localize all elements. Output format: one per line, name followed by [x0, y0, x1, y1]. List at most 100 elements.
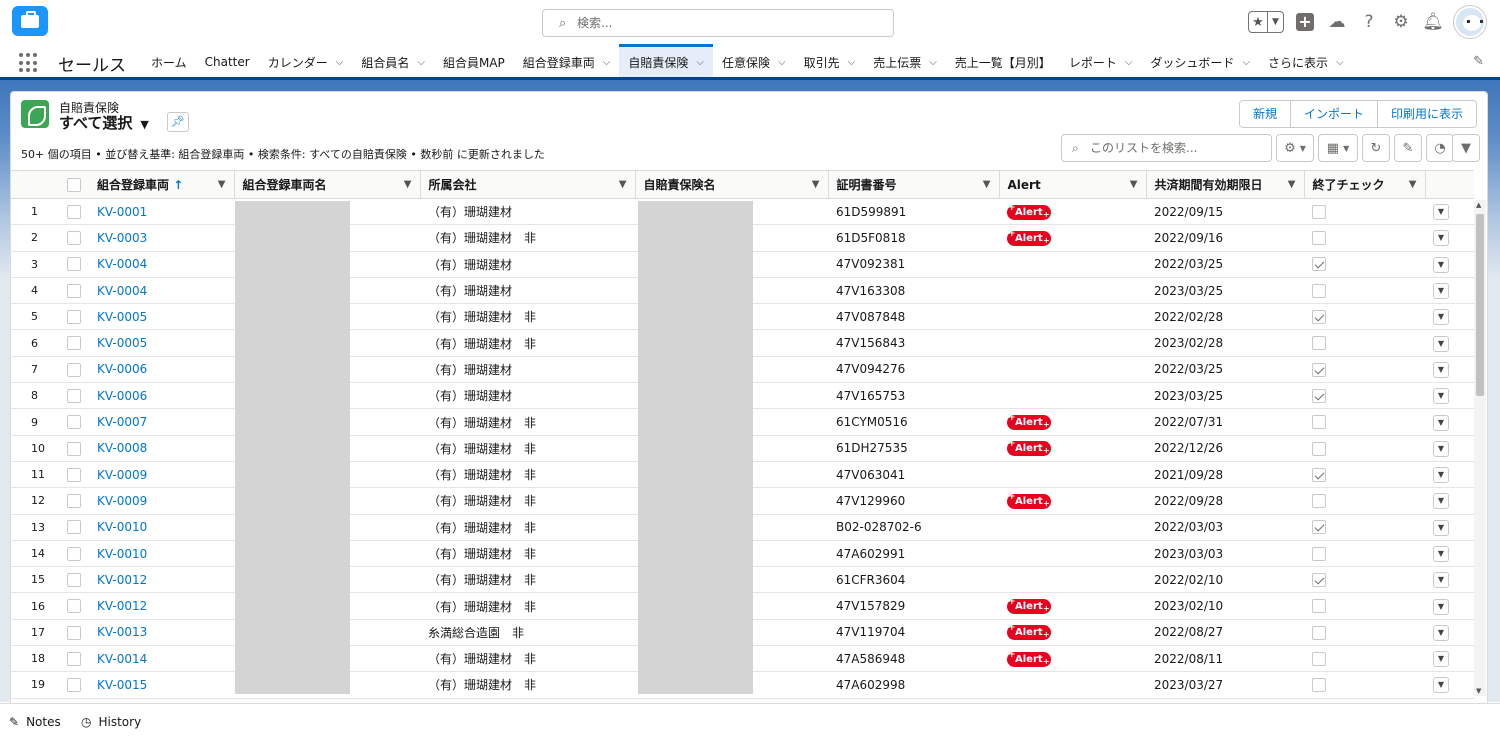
vehicle-link[interactable]: KV-0010 [97, 520, 147, 534]
row-action-dropdown-icon[interactable]: ▼ [1433, 283, 1449, 300]
column-header-vehicle[interactable]: 組合登録車両 ↑ ▼ [89, 170, 235, 199]
chevron-down-icon[interactable]: ⌵ [336, 57, 344, 68]
chevron-down-icon[interactable]: ▼ [983, 179, 991, 190]
row-select-checkbox[interactable] [67, 678, 81, 693]
row-action-dropdown-icon[interactable]: ▼ [1433, 361, 1449, 378]
global-search[interactable]: ⌕ [542, 9, 894, 37]
chevron-down-icon[interactable]: ▼ [619, 179, 627, 190]
chevron-down-icon[interactable]: ⌵ [778, 57, 786, 68]
vehicle-link[interactable]: KV-0007 [97, 415, 147, 429]
history-utility[interactable]: ◷ History [81, 715, 141, 729]
nav-item-6[interactable]: 自賠責保険 ⌵ [619, 44, 713, 77]
nav-item-12[interactable]: ダッシュボード ⌵ [1141, 44, 1259, 77]
chevron-down-icon[interactable]: ⌵ [1242, 57, 1250, 68]
scrollbar-thumb[interactable] [1476, 214, 1484, 396]
row-select-checkbox[interactable] [67, 231, 81, 246]
notification-bell-icon[interactable]: 🔔︎ [1422, 11, 1444, 33]
row-select-checkbox[interactable] [67, 310, 81, 325]
row-select-checkbox[interactable] [67, 336, 81, 351]
row-select-checkbox[interactable] [67, 415, 81, 430]
vehicle-link[interactable]: KV-0005 [97, 310, 147, 324]
row-action-dropdown-icon[interactable]: ▼ [1433, 572, 1449, 589]
inline-edit-button[interactable]: ✎ [1394, 134, 1422, 162]
row-action-dropdown-icon[interactable]: ▼ [1433, 467, 1449, 484]
row-select-checkbox[interactable] [67, 546, 81, 561]
app-launcher-icon[interactable] [19, 53, 39, 73]
row-action-dropdown-icon[interactable]: ▼ [1433, 546, 1449, 562]
nav-item-3[interactable]: 組合員名 ⌵ [352, 44, 434, 77]
row-action-dropdown-icon[interactable]: ▼ [1433, 598, 1449, 615]
nav-item-11[interactable]: レポート ⌵ [1060, 44, 1142, 77]
notes-utility[interactable]: ✎ Notes [9, 715, 61, 729]
row-select-checkbox[interactable] [67, 651, 81, 666]
row-action-dropdown-icon[interactable]: ▼ [1433, 335, 1449, 352]
row-action-dropdown-icon[interactable]: ▼ [1433, 230, 1449, 247]
add-icon[interactable]: + [1294, 11, 1316, 33]
row-select-checkbox[interactable] [67, 441, 81, 456]
chevron-down-icon[interactable]: ⌵ [1336, 57, 1344, 68]
row-select-checkbox[interactable] [67, 283, 81, 298]
star-icon[interactable]: ★ [1249, 12, 1267, 32]
briefcase-logo-icon[interactable] [12, 6, 48, 36]
chevron-down-icon[interactable]: ▼ [218, 179, 226, 190]
row-action-dropdown-icon[interactable]: ▼ [1433, 493, 1449, 510]
vehicle-link[interactable]: KV-0005 [97, 336, 147, 350]
row-select-checkbox[interactable] [67, 573, 81, 588]
import-button[interactable]: インポート [1289, 101, 1377, 127]
list-search-input[interactable] [1090, 138, 1266, 158]
chevron-down-icon[interactable]: ⌵ [417, 57, 425, 68]
column-header-expiry[interactable]: 共済期間有効期限日 ▼ [1146, 170, 1305, 199]
refresh-button[interactable]: ↻ [1362, 134, 1390, 162]
nav-item-10[interactable]: 売上一覧【月別】 [946, 44, 1060, 77]
setup-gear-icon[interactable]: ⚙ [1390, 11, 1412, 33]
nav-item-4[interactable]: 組合員MAP [434, 44, 514, 77]
row-action-dropdown-icon[interactable]: ▼ [1433, 256, 1449, 273]
row-select-checkbox[interactable] [67, 599, 81, 614]
vehicle-link[interactable]: KV-0003 [97, 231, 147, 245]
column-header-alert[interactable]: Alert ▼ [999, 170, 1147, 199]
column-header-company[interactable]: 所属会社 ▼ [420, 170, 636, 199]
printable-view-button[interactable]: 印刷用に表示 [1376, 101, 1476, 127]
vehicle-link[interactable]: KV-0010 [97, 547, 147, 561]
row-action-dropdown-icon[interactable]: ▼ [1433, 204, 1449, 221]
row-action-dropdown-icon[interactable]: ▼ [1433, 624, 1449, 641]
charts-button[interactable]: ◔ [1426, 134, 1454, 162]
column-header-vehicle-name[interactable]: 組合登録車両名 ▼ [234, 170, 421, 199]
vehicle-link[interactable]: KV-0006 [97, 389, 147, 403]
help-icon[interactable]: ? [1358, 11, 1380, 33]
chevron-down-icon[interactable]: ▼ [812, 179, 820, 190]
chevron-down-icon[interactable]: ⌵ [603, 57, 611, 68]
column-header-insurance-name[interactable]: 自賠責保険名 ▼ [635, 170, 829, 199]
row-action-dropdown-icon[interactable]: ▼ [1433, 677, 1449, 694]
global-search-input[interactable] [577, 13, 877, 33]
list-view-selector[interactable]: すべて選択 ▼ [59, 112, 149, 133]
vehicle-link[interactable]: KV-0004 [97, 257, 147, 271]
row-select-checkbox[interactable] [67, 494, 81, 509]
nav-item-8[interactable]: 取引先 ⌵ [795, 44, 865, 77]
row-select-checkbox[interactable] [67, 257, 81, 272]
row-select-checkbox[interactable] [67, 362, 81, 377]
column-header-done-check[interactable]: 終了チェック ▼ [1304, 170, 1426, 199]
cloud-icon[interactable]: ☁ [1326, 11, 1348, 33]
row-select-checkbox[interactable] [67, 625, 81, 640]
vehicle-link[interactable]: KV-0001 [97, 205, 147, 219]
chevron-down-icon[interactable]: ⌵ [696, 57, 704, 68]
nav-item-9[interactable]: 売上伝票 ⌵ [864, 44, 946, 77]
display-as-button[interactable]: ▦ ▼ [1318, 134, 1358, 162]
row-select-checkbox[interactable] [67, 467, 81, 482]
filters-button[interactable]: ▼ [1452, 134, 1480, 162]
vehicle-link[interactable]: KV-0008 [97, 441, 147, 455]
row-select-checkbox[interactable] [67, 388, 81, 403]
nav-item-0[interactable]: ホーム [142, 44, 196, 77]
chevron-down-icon[interactable]: ▼ [1409, 179, 1417, 190]
nav-item-2[interactable]: カレンダー ⌵ [259, 44, 353, 77]
row-select-checkbox[interactable] [67, 520, 81, 535]
row-action-dropdown-icon[interactable]: ▼ [1433, 309, 1449, 326]
chevron-down-icon[interactable]: ▼ [1288, 179, 1296, 190]
chevron-down-icon[interactable]: ▼ [404, 179, 412, 190]
row-select-checkbox[interactable] [67, 204, 81, 219]
vehicle-link[interactable]: KV-0012 [97, 599, 147, 613]
chevron-down-icon[interactable]: ⌵ [1125, 57, 1133, 68]
vehicle-link[interactable]: KV-0004 [97, 284, 147, 298]
vehicle-link[interactable]: KV-0014 [97, 652, 147, 666]
